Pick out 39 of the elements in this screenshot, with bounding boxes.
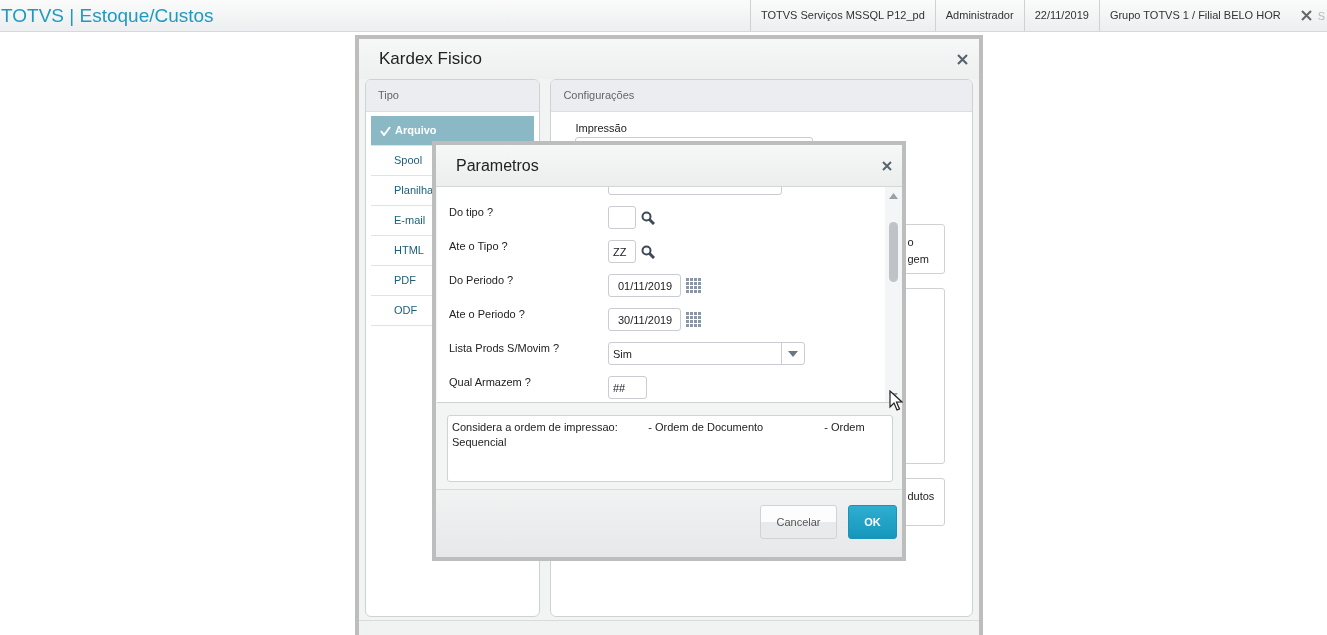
search-icon [641,244,655,259]
close-icon[interactable] [1300,10,1312,21]
calendar-icon [686,312,701,327]
dropdown[interactable]: Sim [608,342,805,365]
option-text: dutos [907,489,935,504]
scrollbar-thumb[interactable] [888,222,898,282]
field-label: Impressão [575,121,628,135]
field-label: Ate o Periodo ? [448,307,526,322]
dropdown-value: Sim [612,347,632,360]
field-label: Lista Prods S/Movim ? [448,341,561,356]
panel-header: Configurações [551,80,972,112]
dialog-title: Kardex Fisico [379,49,482,69]
status-item: TOTVS Serviços MSSQL P12_pd [749,0,935,31]
up-arrow-icon [888,193,898,199]
caret-icon [788,350,798,357]
description-text: Considera a ordem de impressao: - Ordem de Documento - Ordem Sequencial [447,415,893,482]
cancel-button[interactable]: Cancelar [760,505,837,539]
input-field[interactable]: ZZ [608,240,636,263]
calendar-icon [686,278,701,293]
input-field[interactable]: ## [608,376,647,399]
field-label: Qual Armazem ? [448,375,532,390]
status-item: 22/11/2019 [1023,0,1099,31]
option-text: o gem [907,235,929,267]
dialog-title: Parametros [456,156,539,175]
input-field[interactable]: 01/11/2019 [608,274,681,297]
app-title: TOTVS | Estoque/Custos [0,4,214,27]
check-icon [380,125,391,136]
close-icon[interactable] [957,53,968,65]
input-field[interactable]: 30/11/2019 [608,308,681,331]
panel-header: Tipo [366,80,540,112]
close-icon[interactable] [882,160,892,171]
field-label: Ate o Tipo ? [448,239,509,254]
status-item: Grupo TOTVS 1 / Filial BELO HOR [1098,0,1291,31]
input-field[interactable] [608,206,636,229]
field-label: Do tipo ? [448,205,495,220]
search-icon [641,210,655,225]
scrollbar[interactable] [885,187,901,402]
field-label: Do Periodo ? [448,273,515,288]
status-item: Administrador [934,0,1024,31]
